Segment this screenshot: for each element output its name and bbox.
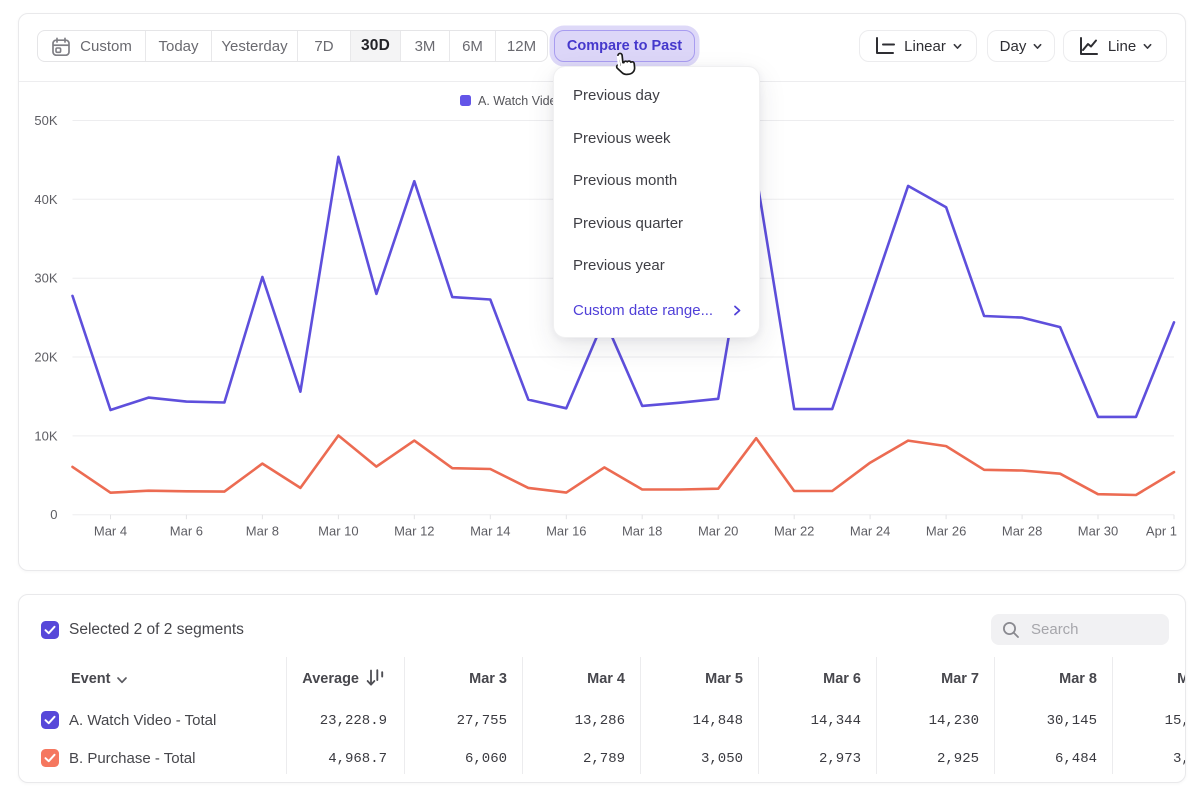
svg-text:0: 0 — [50, 507, 57, 522]
svg-text:Mar 14: Mar 14 — [470, 524, 510, 539]
svg-text:Mar 22: Mar 22 — [774, 524, 814, 539]
svg-text:40K: 40K — [34, 192, 57, 207]
svg-text:Mar 24: Mar 24 — [850, 524, 890, 539]
svg-text:50K: 50K — [34, 113, 57, 128]
svg-text:Mar 8: Mar 8 — [246, 524, 279, 539]
svg-text:20K: 20K — [34, 350, 57, 365]
svg-text:Mar 10: Mar 10 — [318, 524, 358, 539]
svg-text:Apr 1: Apr 1 — [1146, 524, 1177, 539]
svg-text:30K: 30K — [34, 271, 57, 286]
svg-text:Mar 4: Mar 4 — [94, 524, 127, 539]
svg-text:Mar 18: Mar 18 — [622, 524, 662, 539]
svg-text:Mar 30: Mar 30 — [1078, 524, 1118, 539]
svg-text:Mar 26: Mar 26 — [926, 524, 966, 539]
svg-text:Mar 6: Mar 6 — [170, 524, 203, 539]
svg-text:10K: 10K — [34, 428, 57, 443]
svg-text:Mar 28: Mar 28 — [1002, 524, 1042, 539]
svg-text:Mar 16: Mar 16 — [546, 524, 586, 539]
svg-text:Mar 20: Mar 20 — [698, 524, 738, 539]
svg-text:Mar 12: Mar 12 — [394, 524, 434, 539]
